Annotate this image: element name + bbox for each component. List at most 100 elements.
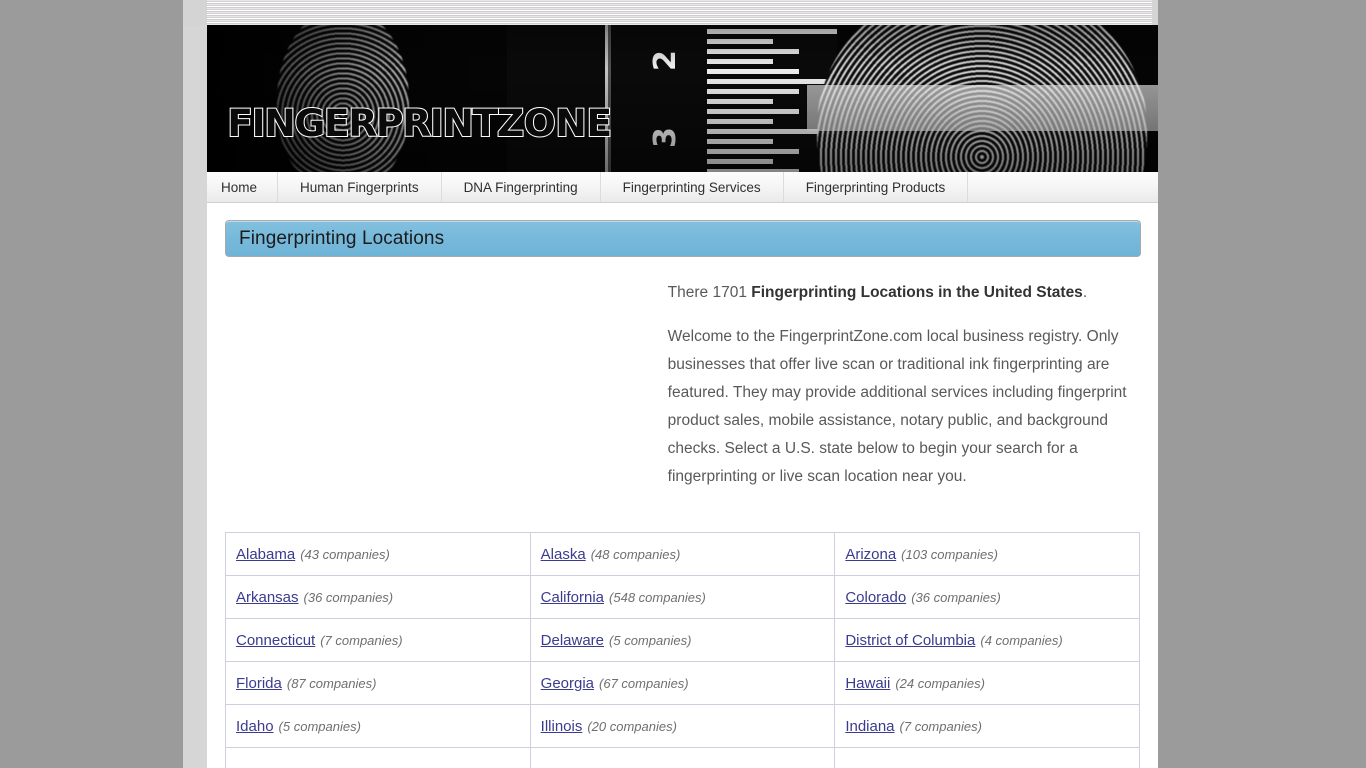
state-company-count: (103 companies)	[901, 546, 998, 562]
state-cell[interactable]: Arkansas (36 companies)	[225, 575, 531, 619]
intro-region: There 1701 Fingerprinting Locations in t…	[207, 279, 1158, 524]
state-link[interactable]: Delaware	[541, 632, 604, 649]
state-company-count: (67 companies)	[599, 675, 689, 691]
state-company-count: (5 companies)	[609, 632, 692, 648]
content-column: 23 FINGERPRINTZONE Home Human Fingerprin…	[207, 25, 1158, 768]
state-company-count: (548 companies)	[609, 589, 706, 605]
ruler-tick	[707, 149, 799, 154]
intro-text: There 1701 Fingerprinting Locations in t…	[652, 279, 1140, 524]
state-company-count: (24 companies)	[895, 675, 985, 691]
ruler-tick	[707, 119, 773, 124]
main-navigation: Home Human Fingerprints DNA Fingerprinti…	[207, 172, 1158, 203]
state-company-count: (48 companies)	[590, 546, 681, 562]
ruler-tick	[707, 79, 837, 84]
states-table: Alabama (43 companies) Alaska (48 companie…	[225, 532, 1140, 768]
state-link[interactable]: Alaska	[541, 546, 586, 563]
state-link[interactable]: Alabama	[236, 546, 295, 563]
ruler-tick	[707, 39, 773, 44]
state-link[interactable]: Idaho	[236, 718, 274, 735]
site-container: 23 FINGERPRINTZONE Home Human Fingerprin…	[183, 0, 1158, 768]
state-company-count: (36 companies)	[303, 589, 394, 605]
state-cell[interactable]: Hawaii (24 companies)	[834, 661, 1140, 705]
table-row: Florida (87 companies) Georgia (67 compani…	[225, 661, 1140, 705]
site-masthead: 23 FINGERPRINTZONE	[207, 25, 1158, 172]
ruler-tick	[707, 159, 773, 164]
state-link[interactable]: Connecticut	[236, 632, 315, 649]
nav-item-home[interactable]: Home	[207, 172, 279, 202]
state-company-count: (5 companies)	[278, 718, 361, 734]
state-company-count: (20 companies)	[587, 718, 677, 734]
ruler-tick	[707, 99, 773, 104]
ruler-numeral: 2	[647, 50, 683, 71]
state-link[interactable]: Florida	[236, 675, 282, 692]
state-link[interactable]: Hawaii	[845, 675, 890, 692]
state-cell[interactable]: California (548 companies)	[529, 575, 836, 619]
state-cell[interactable]: Georgia (67 companies)	[529, 661, 836, 705]
site-logo[interactable]: FINGERPRINTZONE	[221, 103, 618, 144]
ruler-tick	[707, 109, 799, 114]
page-body: Fingerprinting Locations There 1701 Fing…	[207, 220, 1158, 768]
state-cell[interactable]: Indiana (7 companies)	[834, 704, 1140, 748]
state-cell[interactable]	[834, 747, 1140, 768]
ruler-tick	[707, 29, 837, 34]
intro-lead-paragraph: There 1701 Fingerprinting Locations in t…	[668, 279, 1140, 307]
table-row: Idaho (5 companies) Illinois (20 companies…	[225, 704, 1140, 748]
intro-lead-prefix: There 1701	[667, 284, 752, 301]
state-link[interactable]: California	[541, 589, 604, 606]
state-cell[interactable]: Alabama (43 companies)	[225, 532, 531, 576]
ruler-tick	[707, 59, 773, 64]
state-cell[interactable]: Arizona (103 companies)	[834, 532, 1140, 576]
page-title: Fingerprinting Locations	[239, 227, 445, 249]
intro-body-paragraph: Welcome to the FingerprintZone.com local…	[667, 328, 1127, 485]
state-cell[interactable]: Florida (87 companies)	[225, 661, 531, 705]
state-company-count: (87 companies)	[286, 675, 377, 691]
page-title-banner: Fingerprinting Locations	[225, 220, 1141, 257]
advertisement-slot	[225, 279, 652, 524]
state-link[interactable]: Indiana	[845, 718, 894, 735]
ruler-tick	[707, 49, 799, 54]
nav-item-human-fingerprints[interactable]: Human Fingerprints	[278, 172, 442, 202]
state-cell[interactable]: Alaska (48 companies)	[529, 532, 836, 576]
nav-item-fingerprinting-products[interactable]: Fingerprinting Products	[784, 172, 969, 202]
state-cell[interactable]	[225, 747, 531, 768]
state-cell[interactable]: Connecticut (7 companies)	[225, 618, 531, 662]
top-decorative-stripe	[183, 0, 1158, 25]
intro-lead-strong: Fingerprinting Locations in the United S…	[751, 284, 1083, 301]
logo-secondary-text: ZONE	[496, 102, 613, 145]
page-root: 23 FINGERPRINTZONE Home Human Fingerprin…	[0, 0, 1366, 768]
table-row: Connecticut (7 companies) Delaware (5 comp…	[225, 618, 1140, 662]
state-link[interactable]: Illinois	[541, 718, 583, 735]
state-link[interactable]: Colorado	[845, 589, 906, 606]
ruler-photo-region: 23	[507, 25, 837, 172]
state-company-count: (7 companies)	[899, 718, 982, 734]
state-cell[interactable]: Illinois (20 companies)	[529, 704, 836, 748]
state-company-count: (4 companies)	[980, 632, 1063, 648]
state-cell[interactable]: Delaware (5 companies)	[529, 618, 836, 662]
state-cell[interactable]	[529, 747, 836, 768]
ruler-tick	[707, 89, 799, 94]
state-company-count: (43 companies)	[300, 546, 390, 562]
fingerprint-graphic-left	[277, 25, 409, 172]
ruler-tick	[707, 139, 773, 144]
nav-item-fingerprinting-services[interactable]: Fingerprinting Services	[601, 172, 784, 202]
fingerprint-graphic-right	[817, 25, 1147, 172]
table-row: Alabama (43 companies) Alaska (48 companie…	[225, 532, 1140, 576]
intro-lead-suffix: .	[1082, 284, 1088, 301]
state-link[interactable]: District of Columbia	[845, 632, 975, 649]
ruler-numeral: 3	[647, 127, 683, 148]
ruler-vertical-line	[608, 25, 611, 172]
state-link[interactable]: Georgia	[541, 675, 594, 692]
state-cell[interactable]: District of Columbia (4 companies)	[834, 618, 1140, 662]
state-cell[interactable]: Idaho (5 companies)	[225, 704, 531, 748]
masthead-photo: 23	[207, 25, 1158, 172]
state-cell[interactable]: Colorado (36 companies)	[834, 575, 1140, 619]
state-company-count: (36 companies)	[911, 589, 1001, 605]
table-row: Arkansas (36 companies) California (548 co…	[225, 575, 1140, 619]
state-link[interactable]: Arkansas	[236, 589, 299, 606]
logo-primary-text: FINGERPRINT	[226, 102, 499, 145]
nav-item-dna-fingerprinting[interactable]: DNA Fingerprinting	[442, 172, 601, 202]
state-link[interactable]: Arizona	[845, 546, 896, 563]
states-table-body: Alabama (43 companies) Alaska (48 companie…	[225, 532, 1140, 768]
state-company-count: (7 companies)	[320, 632, 403, 648]
ruler-tick	[707, 69, 799, 74]
